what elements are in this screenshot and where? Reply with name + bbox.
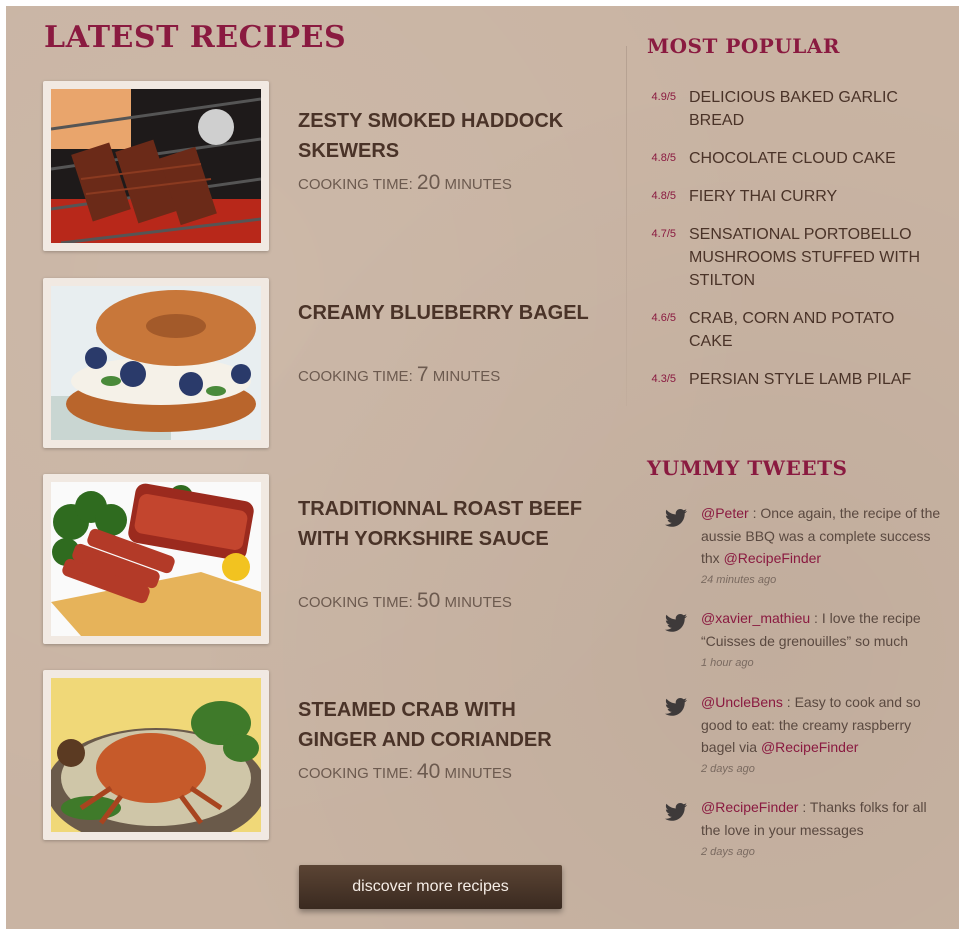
latest-recipes-heading: LATEST RECIPES [44, 20, 347, 55]
recipe-photo-frame[interactable] [43, 81, 269, 251]
recipe-title[interactable]: STEAMED CRAB WITH GINGER AND CORIANDER [298, 695, 598, 755]
steamed-crab-image[interactable] [51, 678, 261, 832]
blueberry-bagel-image[interactable] [51, 286, 261, 440]
recipe-photo-frame[interactable] [43, 670, 269, 840]
popular-item[interactable]: 4.8/5 FIERY THAI CURRY [647, 185, 947, 208]
tweet-text: @UncleBens : Easy to cook and so good to… [701, 691, 941, 759]
tweet-text: @xavier_mathieu : I love the recipe “Cui… [701, 607, 941, 652]
tweet-mention-link[interactable]: @RecipeFinder [761, 739, 858, 755]
popular-rating: 4.9/5 [651, 91, 676, 103]
cooking-time-label: COOKING TIME: [298, 594, 413, 611]
cooking-time: COOKING TIME: 50 MINUTES [298, 589, 512, 613]
cooking-time: COOKING TIME: 20 MINUTES [298, 171, 512, 195]
recipe-title[interactable]: ZESTY SMOKED HADDOCK SKEWERS [298, 106, 598, 166]
tweet-user-link[interactable]: @xavier_mathieu [701, 610, 810, 626]
tweet-timestamp: 2 days ago [701, 763, 755, 775]
recipe-photo-frame[interactable] [43, 278, 269, 448]
tweet-user-link[interactable]: @UncleBens [701, 694, 783, 710]
cooking-time-value: 20 [416, 171, 441, 194]
recipe-title[interactable]: CREAMY BLUEBERRY BAGEL [298, 298, 598, 328]
popular-item[interactable]: 4.9/5 DELICIOUS BAKED GARLIC BREAD [647, 86, 947, 132]
cooking-time-value: 50 [416, 589, 441, 612]
tweet-timestamp: 2 days ago [701, 846, 755, 858]
popular-recipe-link[interactable]: FIERY THAI CURRY [689, 185, 929, 208]
popular-rating: 4.3/5 [651, 373, 676, 385]
cooking-time-label: COOKING TIME: [298, 176, 413, 193]
popular-recipe-link[interactable]: CRAB, CORN AND POTATO CAKE [689, 307, 929, 353]
page-panel: LATEST RECIPES ZESTY SMOKED HADDOCK SKEW… [6, 6, 959, 929]
twitter-bird-icon [665, 509, 687, 527]
tweet-text: @RecipeFinder : Thanks folks for all the… [701, 796, 941, 841]
popular-list: 4.9/5 DELICIOUS BAKED GARLIC BREAD 4.8/5… [647, 86, 947, 406]
cooking-time-unit: MINUTES [444, 176, 512, 193]
recipe-photo-frame[interactable] [43, 474, 269, 644]
popular-recipe-link[interactable]: PERSIAN STYLE LAMB PILAF [689, 368, 929, 391]
twitter-bird-icon [665, 698, 687, 716]
tweet-mention-link[interactable]: @RecipeFinder [724, 550, 821, 566]
grilled-skewers-image[interactable] [51, 89, 261, 243]
popular-recipe-link[interactable]: DELICIOUS BAKED GARLIC BREAD [689, 86, 929, 132]
twitter-bird-icon [665, 614, 687, 632]
tweet-user-link[interactable]: @Peter [701, 505, 749, 521]
cooking-time-label: COOKING TIME: [298, 368, 413, 385]
cooking-time-unit: MINUTES [432, 368, 501, 385]
recipe-title[interactable]: TRADITIONNAL ROAST BEEF WITH YORKSHIRE S… [298, 494, 598, 554]
column-divider [626, 46, 627, 406]
popular-recipe-link[interactable]: CHOCOLATE CLOUD CAKE [689, 147, 929, 170]
tweet-user-link[interactable]: @RecipeFinder [701, 799, 798, 815]
popular-recipe-link[interactable]: SENSATIONAL PORTOBELLO MUSHROOMS STUFFED… [689, 223, 929, 292]
twitter-bird-icon [665, 803, 687, 821]
popular-rating: 4.8/5 [651, 190, 676, 202]
most-popular-heading: MOST POPULAR [647, 34, 840, 58]
tweet-timestamp: 24 minutes ago [701, 574, 777, 586]
cooking-time-unit: MINUTES [444, 594, 512, 611]
cooking-time: COOKING TIME: 7 MINUTES [298, 363, 500, 387]
popular-rating: 4.8/5 [651, 152, 676, 164]
discover-more-button[interactable]: discover more recipes [299, 865, 562, 909]
popular-item[interactable]: 4.3/5 PERSIAN STYLE LAMB PILAF [647, 368, 947, 391]
tweet-timestamp: 1 hour ago [701, 657, 754, 669]
cooking-time-value: 7 [416, 363, 429, 386]
cooking-time-unit: MINUTES [444, 765, 512, 782]
popular-rating: 4.7/5 [651, 228, 676, 240]
cooking-time-value: 40 [416, 760, 441, 783]
roast-beef-image[interactable] [51, 482, 261, 636]
cooking-time: COOKING TIME: 40 MINUTES [298, 760, 512, 784]
popular-item[interactable]: 4.6/5 CRAB, CORN AND POTATO CAKE [647, 307, 947, 353]
cooking-time-label: COOKING TIME: [298, 765, 413, 782]
popular-item[interactable]: 4.7/5 SENSATIONAL PORTOBELLO MUSHROOMS S… [647, 223, 947, 292]
yummy-tweets-heading: YUMMY TWEETS [647, 456, 848, 480]
popular-rating: 4.6/5 [651, 312, 676, 324]
tweet-text: @Peter : Once again, the recipe of the a… [701, 502, 941, 570]
popular-item[interactable]: 4.8/5 CHOCOLATE CLOUD CAKE [647, 147, 947, 170]
